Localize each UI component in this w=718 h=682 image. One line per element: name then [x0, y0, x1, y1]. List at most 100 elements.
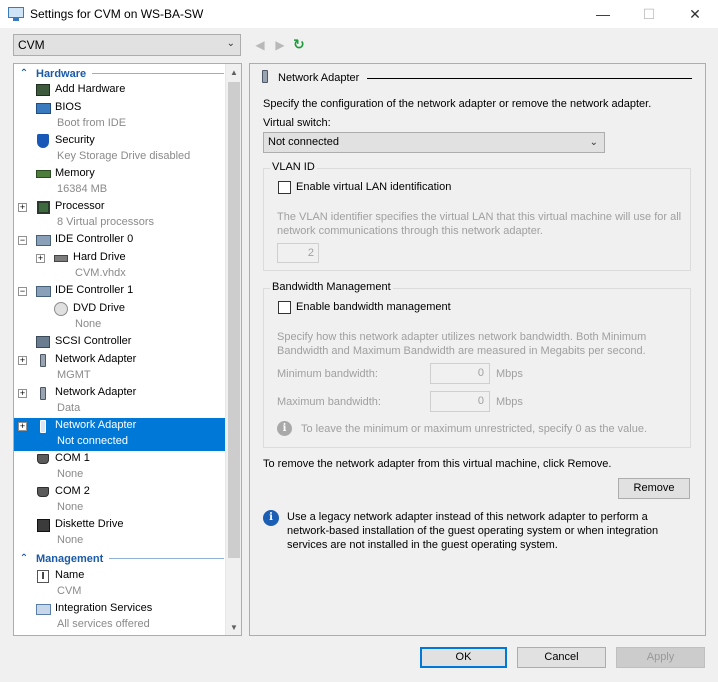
header-divider	[367, 77, 692, 79]
tree-item-diskette-drive[interactable]: Diskette Drive None	[14, 517, 226, 550]
bandwidth-help-text-2: Bandwidth and Maximum Bandwidth are meas…	[277, 345, 646, 357]
panel-header: Network Adapter	[262, 70, 692, 86]
hard-drive-icon	[53, 251, 69, 265]
ok-button[interactable]: OK	[420, 647, 507, 668]
tree-item-label: IDE Controller 1	[55, 284, 134, 296]
com-port-icon	[35, 452, 51, 466]
enable-bandwidth-label: Enable bandwidth management	[296, 301, 451, 313]
tree-item-com1[interactable]: COM 1 None	[14, 451, 226, 484]
ide-controller-icon	[35, 284, 51, 298]
tree-item-add-hardware[interactable]: Add Hardware	[14, 82, 226, 99]
info-icon: i	[263, 510, 279, 526]
legacy-adapter-note-2: network-based installation of the guest …	[287, 525, 659, 537]
tree-scrollbar[interactable]: ▲ ▼	[225, 64, 241, 635]
com-port-icon	[35, 485, 51, 499]
tree-item-memory[interactable]: Memory 16384 MB	[14, 166, 226, 199]
enable-vlan-label: Enable virtual LAN identification	[296, 181, 452, 193]
hardware-section-header[interactable]: ⌃ Hardware	[14, 66, 226, 81]
settings-tree: ⌃ Hardware Add Hardware BIOS Boot from I…	[13, 63, 242, 636]
forward-arrow-icon[interactable]: ▶	[273, 38, 287, 52]
tree-item-sub: Key Storage Drive disabled	[57, 150, 191, 162]
apply-button[interactable]: Apply	[616, 647, 705, 668]
tree-item-label: Hard Drive	[73, 251, 126, 263]
minimum-bandwidth-input[interactable]: 0	[430, 363, 490, 384]
tree-item-name[interactable]: I Name CVM	[14, 568, 226, 601]
tree-item-label: Processor	[55, 200, 105, 212]
vm-selector-dropdown[interactable]: CVM ⌄	[13, 34, 241, 56]
tree-item-sub: CVM.vhdx	[75, 267, 126, 279]
scroll-down-arrow-icon[interactable]: ▼	[226, 619, 241, 635]
scsi-controller-icon	[35, 335, 51, 349]
tree-item-dvd-drive[interactable]: DVD Drive None	[14, 301, 226, 334]
vlan-id-group: VLAN ID Enable virtual LAN identificatio…	[263, 161, 691, 271]
tree-item-sub: Boot from IDE	[57, 117, 127, 129]
tree-item-scsi-controller[interactable]: SCSI Controller	[14, 334, 226, 351]
remove-button[interactable]: Remove	[618, 478, 690, 499]
tree-item-sub: None	[57, 501, 84, 513]
collapse-minus-icon[interactable]: −	[18, 287, 27, 296]
tree-item-hard-drive[interactable]: + Hard Drive CVM.vhdx	[14, 250, 226, 283]
maximize-icon: ☐	[642, 5, 656, 22]
bios-icon	[35, 101, 51, 115]
navigation-buttons: ◀ ▶ ↻	[253, 36, 305, 53]
minimize-button[interactable]: —	[580, 0, 626, 28]
dvd-disc-icon	[53, 302, 69, 316]
expand-plus-icon[interactable]: +	[18, 356, 27, 365]
legacy-adapter-note-1: Use a legacy network adapter instead of …	[287, 511, 648, 523]
close-icon: ✕	[689, 5, 701, 22]
tree-item-bios[interactable]: BIOS Boot from IDE	[14, 100, 226, 133]
shield-icon	[35, 134, 51, 148]
bandwidth-help-text-1: Specify how this network adapter utilize…	[277, 331, 647, 343]
section-divider	[109, 558, 224, 559]
tree-item-label: DVD Drive	[73, 302, 125, 314]
tree-item-ide-controller-0[interactable]: − IDE Controller 0	[14, 232, 226, 249]
panel-title: Network Adapter	[278, 72, 360, 84]
tree-item-sub: MGMT	[57, 369, 91, 381]
tree-item-network-adapter-data[interactable]: + Network Adapter Data	[14, 385, 226, 418]
scrollbar-thumb[interactable]	[228, 82, 240, 558]
cancel-button[interactable]: Cancel	[517, 647, 606, 668]
virtual-switch-dropdown[interactable]: Not connected ⌄	[263, 132, 605, 153]
collapse-chevron-icon: ⌃	[19, 553, 29, 564]
hardware-section-label: Hardware	[36, 67, 87, 80]
close-button[interactable]: ✕	[672, 0, 718, 28]
tree-item-sub: 16384 MB	[57, 183, 108, 195]
network-adapter-icon	[35, 386, 51, 400]
expand-plus-icon[interactable]: +	[18, 389, 27, 398]
tree-item-label: BIOS	[55, 101, 82, 113]
expand-plus-icon[interactable]: +	[18, 203, 27, 212]
tree-item-label: Network Adapter	[55, 386, 137, 398]
enable-bandwidth-checkbox[interactable]	[278, 301, 291, 314]
vlan-id-legend: VLAN ID	[270, 161, 317, 173]
maximize-button[interactable]: ☐	[626, 0, 672, 28]
maximum-bandwidth-label: Maximum bandwidth:	[277, 396, 381, 408]
tree-item-sub: Not connected	[57, 435, 128, 447]
back-arrow-icon[interactable]: ◀	[253, 38, 267, 52]
tree-item-com2[interactable]: COM 2 None	[14, 484, 226, 517]
vm-selector-value: CVM	[18, 38, 45, 52]
maximum-bandwidth-input[interactable]: 0	[430, 391, 490, 412]
collapse-chevron-icon: ⌃	[19, 68, 29, 79]
hyperv-settings-icon	[8, 7, 24, 21]
management-section-header[interactable]: ⌃ Management	[14, 551, 226, 566]
tree-item-security[interactable]: Security Key Storage Drive disabled	[14, 133, 226, 166]
collapse-minus-icon[interactable]: −	[18, 236, 27, 245]
maximum-bandwidth-unit: Mbps	[496, 396, 523, 408]
tree-item-ide-controller-1[interactable]: − IDE Controller 1	[14, 283, 226, 300]
tree-item-network-adapter-mgmt[interactable]: + Network Adapter MGMT	[14, 352, 226, 385]
tree-item-processor[interactable]: + Processor 8 Virtual processors	[14, 199, 226, 232]
tree-item-sub: None	[75, 318, 102, 330]
tree-item-label: Diskette Drive	[55, 518, 124, 530]
tree-item-network-adapter-selected[interactable]: + Network Adapter Not connected	[14, 418, 226, 451]
bandwidth-note: To leave the minimum or maximum unrestri…	[301, 423, 648, 435]
tree-item-integration-services[interactable]: Integration Services All services offere…	[14, 601, 226, 634]
refresh-icon[interactable]: ↻	[293, 36, 305, 53]
expand-plus-icon[interactable]: +	[36, 254, 45, 263]
scroll-up-arrow-icon[interactable]: ▲	[226, 64, 241, 80]
tree-item-label: Network Adapter	[55, 353, 137, 365]
expand-plus-icon[interactable]: +	[18, 422, 27, 431]
bandwidth-management-group: Bandwidth Management Enable bandwidth ma…	[263, 281, 691, 448]
vlan-id-input[interactable]: 2	[277, 243, 319, 263]
enable-vlan-checkbox[interactable]	[278, 181, 291, 194]
add-hardware-icon	[35, 83, 51, 97]
